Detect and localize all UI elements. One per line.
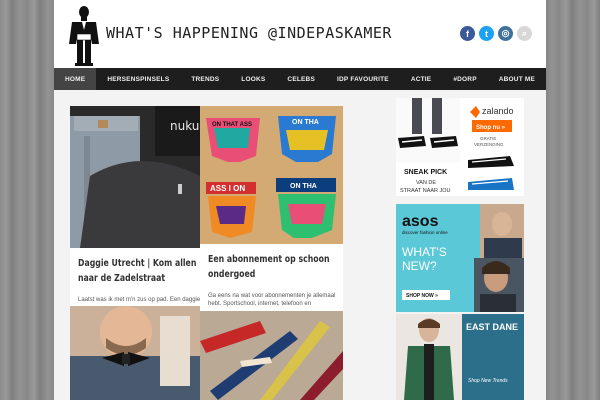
twitter-icon[interactable]: t bbox=[479, 26, 494, 41]
zalando-note: GRATIE bbox=[480, 136, 496, 141]
logo-gentleman-icon[interactable] bbox=[66, 4, 102, 66]
post-title[interactable]: Een abonnement op schoon ondergoed bbox=[208, 252, 339, 282]
post-grid: nukuhiv Daggie Utrecht | Kom allen naar … bbox=[70, 106, 343, 400]
nav-item-about-me[interactable]: ABOUT ME bbox=[488, 68, 546, 90]
post-image-underwear[interactable]: ON THAT ASS ON THA ASS I ON ON THA bbox=[200, 106, 343, 244]
asos-tagline: discover fashion online bbox=[402, 230, 448, 235]
nav-item-looks[interactable]: LOOKS bbox=[230, 68, 276, 90]
post-excerpt: Laatst was ik met m'n zus op pad. Een da… bbox=[78, 297, 200, 303]
post-card[interactable] bbox=[70, 306, 200, 400]
post-card[interactable]: nukuhiv Daggie Utrecht | Kom allen naar … bbox=[70, 106, 200, 306]
zalando-brand: zalando bbox=[482, 106, 514, 116]
asos-headline: WHAT'S bbox=[402, 245, 447, 259]
nav-item-home[interactable]: HOME bbox=[54, 68, 97, 90]
zalando-sub: VAN DE bbox=[416, 180, 436, 186]
zalando-note: VERZENDING bbox=[474, 142, 504, 147]
post-image-ties[interactable] bbox=[200, 311, 343, 400]
nav-item-idp-favourite[interactable]: IDP FAVOURITE bbox=[326, 68, 400, 90]
nav-item-hersenspinsels[interactable]: HERSENSPINSELS bbox=[96, 68, 180, 90]
asos-shop-button: SHOP NOW » bbox=[406, 293, 438, 299]
social-links: f t ◎ ⌕ bbox=[460, 26, 532, 41]
asos-headline: NEW? bbox=[402, 259, 437, 273]
post-image-label: ON THAT ASS bbox=[212, 122, 252, 128]
asos-brand: asos bbox=[402, 213, 439, 230]
zalando-ad[interactable]: zalando Shop nu » GRATIE VERZENDING SNEA… bbox=[396, 98, 524, 196]
site-title[interactable]: WHAT'S HAPPENING @INDEPASKAMER bbox=[106, 24, 392, 42]
post-title[interactable]: Daggie Utrecht | Kom allen naar de Zadel… bbox=[78, 256, 200, 286]
post-image-clothing[interactable]: nukuhiv bbox=[70, 106, 200, 248]
nav-item-trends[interactable]: TRENDS bbox=[180, 68, 230, 90]
main-navigation: HOME HERSENSPINSELS TRENDS LOOKS CELEBS … bbox=[54, 68, 546, 90]
post-excerpt: Ga eens na wat voor abonnementen je alle… bbox=[208, 293, 336, 307]
nav-item-celebs[interactable]: CELEBS bbox=[276, 68, 326, 90]
zalando-heading: SNEAK PICK bbox=[404, 169, 447, 176]
zalando-sub: STRAAT NAAR JOU bbox=[400, 188, 451, 194]
post-image-label: ON THA bbox=[292, 119, 319, 126]
eastdane-ad[interactable]: EAST DANE Shop New Trends bbox=[396, 314, 524, 400]
post-image-label: ON THA bbox=[290, 183, 317, 190]
nav-item-actie[interactable]: ACTIE bbox=[400, 68, 443, 90]
post-image-bowtie[interactable] bbox=[70, 306, 200, 400]
eastdane-link: Shop New Trends bbox=[468, 378, 508, 384]
instagram-icon[interactable]: ◎ bbox=[498, 26, 513, 41]
facebook-icon[interactable]: f bbox=[460, 26, 475, 41]
asos-ad-artwork: asos discover fashion online WHAT'S NEW?… bbox=[396, 204, 524, 312]
eastdane-brand: EAST DANE bbox=[466, 322, 518, 332]
search-icon[interactable]: ⌕ bbox=[517, 26, 532, 41]
zalando-ad-artwork: zalando Shop nu » GRATIE VERZENDING SNEA… bbox=[396, 98, 514, 196]
asos-ad[interactable]: asos discover fashion online WHAT'S NEW?… bbox=[396, 204, 524, 312]
post-card[interactable]: ON THAT ASS ON THA ASS I ON ON THA Een a… bbox=[200, 106, 343, 321]
nav-item-dorp[interactable]: #DORP bbox=[442, 68, 487, 90]
post-image-brand-label: nukuhiv bbox=[170, 119, 200, 133]
post-image-label: ASS I ON bbox=[210, 184, 245, 193]
page: WHAT'S HAPPENING @INDEPASKAMER f t ◎ ⌕ H… bbox=[54, 0, 546, 400]
zalando-shop-button: Shop nu » bbox=[476, 125, 506, 131]
eastdane-ad-artwork: EAST DANE Shop New Trends bbox=[396, 314, 524, 400]
site-header: WHAT'S HAPPENING @INDEPASKAMER f t ◎ ⌕ bbox=[54, 0, 546, 68]
post-card[interactable] bbox=[200, 311, 343, 400]
